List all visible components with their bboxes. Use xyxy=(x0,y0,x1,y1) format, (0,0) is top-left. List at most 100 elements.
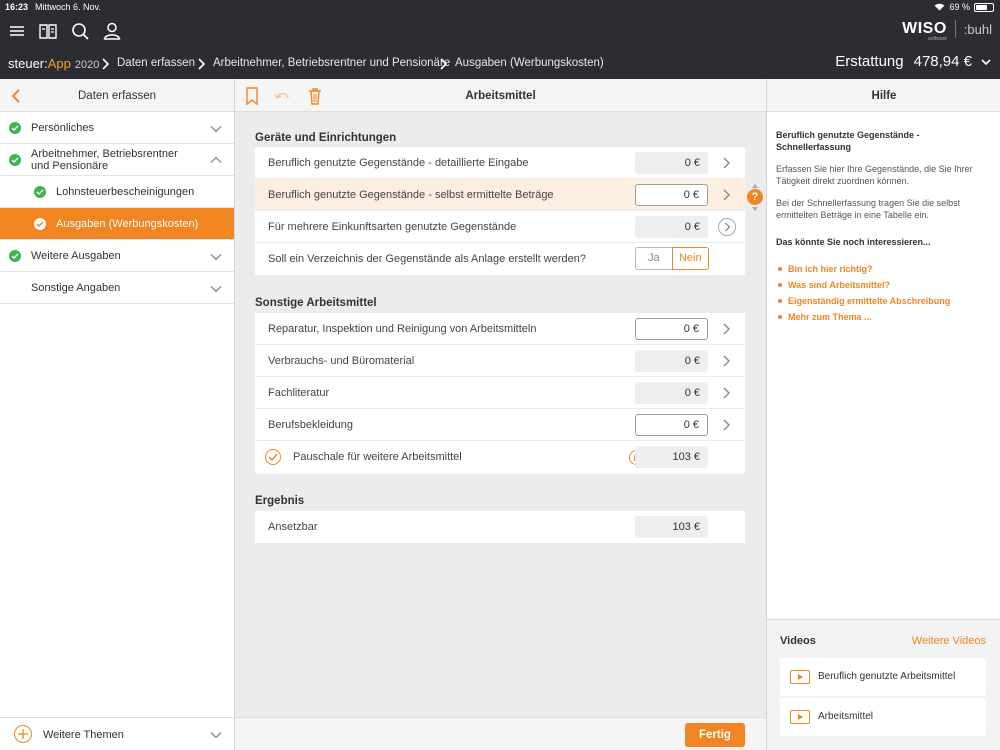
check-icon xyxy=(34,218,46,230)
section-title: Geräte und Einrichtungen xyxy=(255,132,397,144)
sidebar-item-sonstige-angaben[interactable]: Sonstige Angaben xyxy=(0,272,234,304)
video-label: Arbeitsmittel xyxy=(818,711,874,722)
bullet-icon xyxy=(778,283,782,287)
chevron-right-icon xyxy=(102,58,110,70)
table-row[interactable]: Verbrauchs- und Büromaterial 0 € xyxy=(255,345,745,377)
sidebar-header: Daten erfassen xyxy=(0,79,234,112)
play-icon xyxy=(790,670,810,684)
row-label: Verbrauchs- und Büromaterial xyxy=(268,355,415,367)
amount-input[interactable]: 0 € xyxy=(635,414,708,436)
chevron-up-icon[interactable] xyxy=(210,156,222,164)
videos-title: Videos xyxy=(780,635,816,647)
amount-input[interactable]: 0 € xyxy=(635,318,708,340)
sidebar-item-label: Arbeitnehmer, Betriebsrentner xyxy=(31,148,178,160)
arrow-up-icon xyxy=(752,184,758,188)
brand-divider xyxy=(954,20,956,38)
help-more-heading: Das könnte Sie noch interessieren... xyxy=(776,237,931,247)
more-videos-link[interactable]: Weitere Videos xyxy=(912,635,986,647)
table-row[interactable]: Reparatur, Inspektion und Reinigung von … xyxy=(255,313,745,345)
check-icon xyxy=(34,186,46,198)
video-item[interactable]: Arbeitsmittel xyxy=(780,698,986,736)
help-header: Hilfe xyxy=(767,79,1000,112)
chevron-down-icon[interactable] xyxy=(210,285,222,293)
table-row[interactable]: Berufsbekleidung 0 € xyxy=(255,409,745,441)
plus-icon[interactable] xyxy=(14,725,32,743)
sidebar-footer[interactable]: Weitere Themen xyxy=(0,717,234,750)
sidebar: Daten erfassen Persönliches Arbeitnehmer… xyxy=(0,79,235,750)
help-panel: Hilfe Beruflich genutzte Gegenstände - S… xyxy=(766,79,1000,750)
row-label: Für mehrere Einkunftsarten genutzte Gege… xyxy=(268,221,517,233)
breadcrumb-item[interactable]: Ausgaben (Werbungskosten) xyxy=(455,57,604,69)
chevron-down-icon[interactable] xyxy=(210,731,222,739)
table-row[interactable]: Für mehrere Einkunftsarten genutzte Gege… xyxy=(255,211,745,243)
amount-field: 0 € xyxy=(635,350,708,372)
yes-option[interactable]: Ja xyxy=(635,247,672,270)
bullet-icon xyxy=(778,267,782,271)
table-row[interactable]: Beruflich genutzte Gegenstände - detaill… xyxy=(255,147,745,179)
menu-icon[interactable] xyxy=(6,20,28,42)
amount-input[interactable]: 0 € xyxy=(635,184,708,206)
sidebar-item-arbeitnehmer[interactable]: Arbeitnehmer, Betriebsrentner und Pensio… xyxy=(0,144,234,176)
help-link[interactable]: Mehr zum Thema ... xyxy=(788,312,872,322)
chevron-down-icon[interactable] xyxy=(980,56,992,68)
chevron-right-icon[interactable] xyxy=(721,323,731,335)
chevron-right-icon xyxy=(198,58,206,70)
amount-field: 0 € xyxy=(635,152,708,174)
amount-field: 0 € xyxy=(635,382,708,404)
help-paragraph: Bei der Schnellerfassung tragen Sie die … xyxy=(776,198,961,220)
help-link[interactable]: Bin ich hier richtig? xyxy=(788,264,873,274)
amount-field: 103 € xyxy=(635,446,708,468)
section-card-sonstige: Reparatur, Inspektion und Reinigung von … xyxy=(255,313,745,474)
bullet-icon xyxy=(778,315,782,319)
chevron-right-icon[interactable] xyxy=(721,355,731,367)
row-label: Ansetzbar xyxy=(268,521,318,533)
row-label: Berufsbekleidung xyxy=(268,419,354,431)
book-icon[interactable] xyxy=(37,20,59,42)
table-row[interactable]: Beruflich genutzte Gegenstände - selbst … xyxy=(255,179,745,211)
chevron-right-icon[interactable] xyxy=(721,387,731,399)
refund-summary[interactable]: Erstattung 478,94 € xyxy=(835,53,992,70)
search-icon[interactable] xyxy=(69,20,91,42)
help-question-icon[interactable]: ? xyxy=(747,189,763,205)
yes-no-toggle[interactable]: Ja Nein xyxy=(635,247,709,270)
app-title: App xyxy=(47,56,71,71)
sidebar-item-ausgaben[interactable]: Ausgaben (Werbungskosten) xyxy=(0,208,234,240)
amount-field: 103 € xyxy=(635,516,708,538)
user-icon[interactable] xyxy=(101,20,123,42)
sidebar-item-label: Persönliches xyxy=(31,122,94,134)
table-row[interactable]: Fachliteratur 0 € xyxy=(255,377,745,409)
app-prefix: steuer: xyxy=(8,56,48,71)
sidebar-item-lohnsteuer[interactable]: Lohnsteuerbescheinigungen xyxy=(0,176,234,208)
top-bar: 16:23 Mittwoch 6. Nov. 69 % WISO softwar… xyxy=(0,0,1000,79)
done-button[interactable]: Fertig xyxy=(685,723,745,747)
row-label: Beruflich genutzte Gegenstände - selbst … xyxy=(268,189,554,201)
checkmark-icon[interactable] xyxy=(265,449,281,465)
chevron-down-icon[interactable] xyxy=(210,253,222,261)
breadcrumb-item[interactable]: Daten erfassen xyxy=(117,57,195,69)
wiso-software-label: software xyxy=(928,36,948,42)
no-option[interactable]: Nein xyxy=(671,247,709,270)
status-bar: 16:23 Mittwoch 6. Nov. 69 % xyxy=(0,0,1000,14)
play-icon xyxy=(790,710,810,724)
app-name: steuer:App 2020 xyxy=(8,56,99,71)
chevron-down-icon[interactable] xyxy=(210,125,222,133)
page-title: Arbeitsmittel xyxy=(465,90,536,102)
main-header: Arbeitsmittel xyxy=(235,79,766,112)
battery-percent: 69 % xyxy=(949,2,970,12)
help-link[interactable]: Was sind Arbeitsmittel? xyxy=(788,280,890,290)
chevron-right-icon[interactable] xyxy=(721,189,731,201)
help-link[interactable]: Eigenständig ermittelte Abschreibung xyxy=(788,296,950,306)
table-row: Soll ein Verzeichnis der Gegenstände als… xyxy=(255,243,745,275)
wifi-icon xyxy=(935,3,945,11)
sidebar-item-weitere-ausgaben[interactable]: Weitere Ausgaben xyxy=(0,240,234,272)
help-paragraph: Erfassen Sie hier Ihre Gegenstände, die … xyxy=(776,164,973,186)
breadcrumb-item[interactable]: Arbeitnehmer, Betriebsrentner und Pensio… xyxy=(213,57,450,69)
app-year: 2020 xyxy=(74,59,100,71)
chevron-right-circle-icon[interactable] xyxy=(718,218,736,236)
row-label: Beruflich genutzte Gegenstände - detaill… xyxy=(268,157,529,169)
main-panel: Arbeitsmittel Geräte und Einrichtungen B… xyxy=(235,79,766,750)
chevron-right-icon[interactable] xyxy=(721,157,731,169)
chevron-right-icon[interactable] xyxy=(721,419,731,431)
sidebar-item-persoenliches[interactable]: Persönliches xyxy=(0,112,234,144)
video-item[interactable]: Beruflich genutzte Arbeitsmittel xyxy=(780,658,986,696)
